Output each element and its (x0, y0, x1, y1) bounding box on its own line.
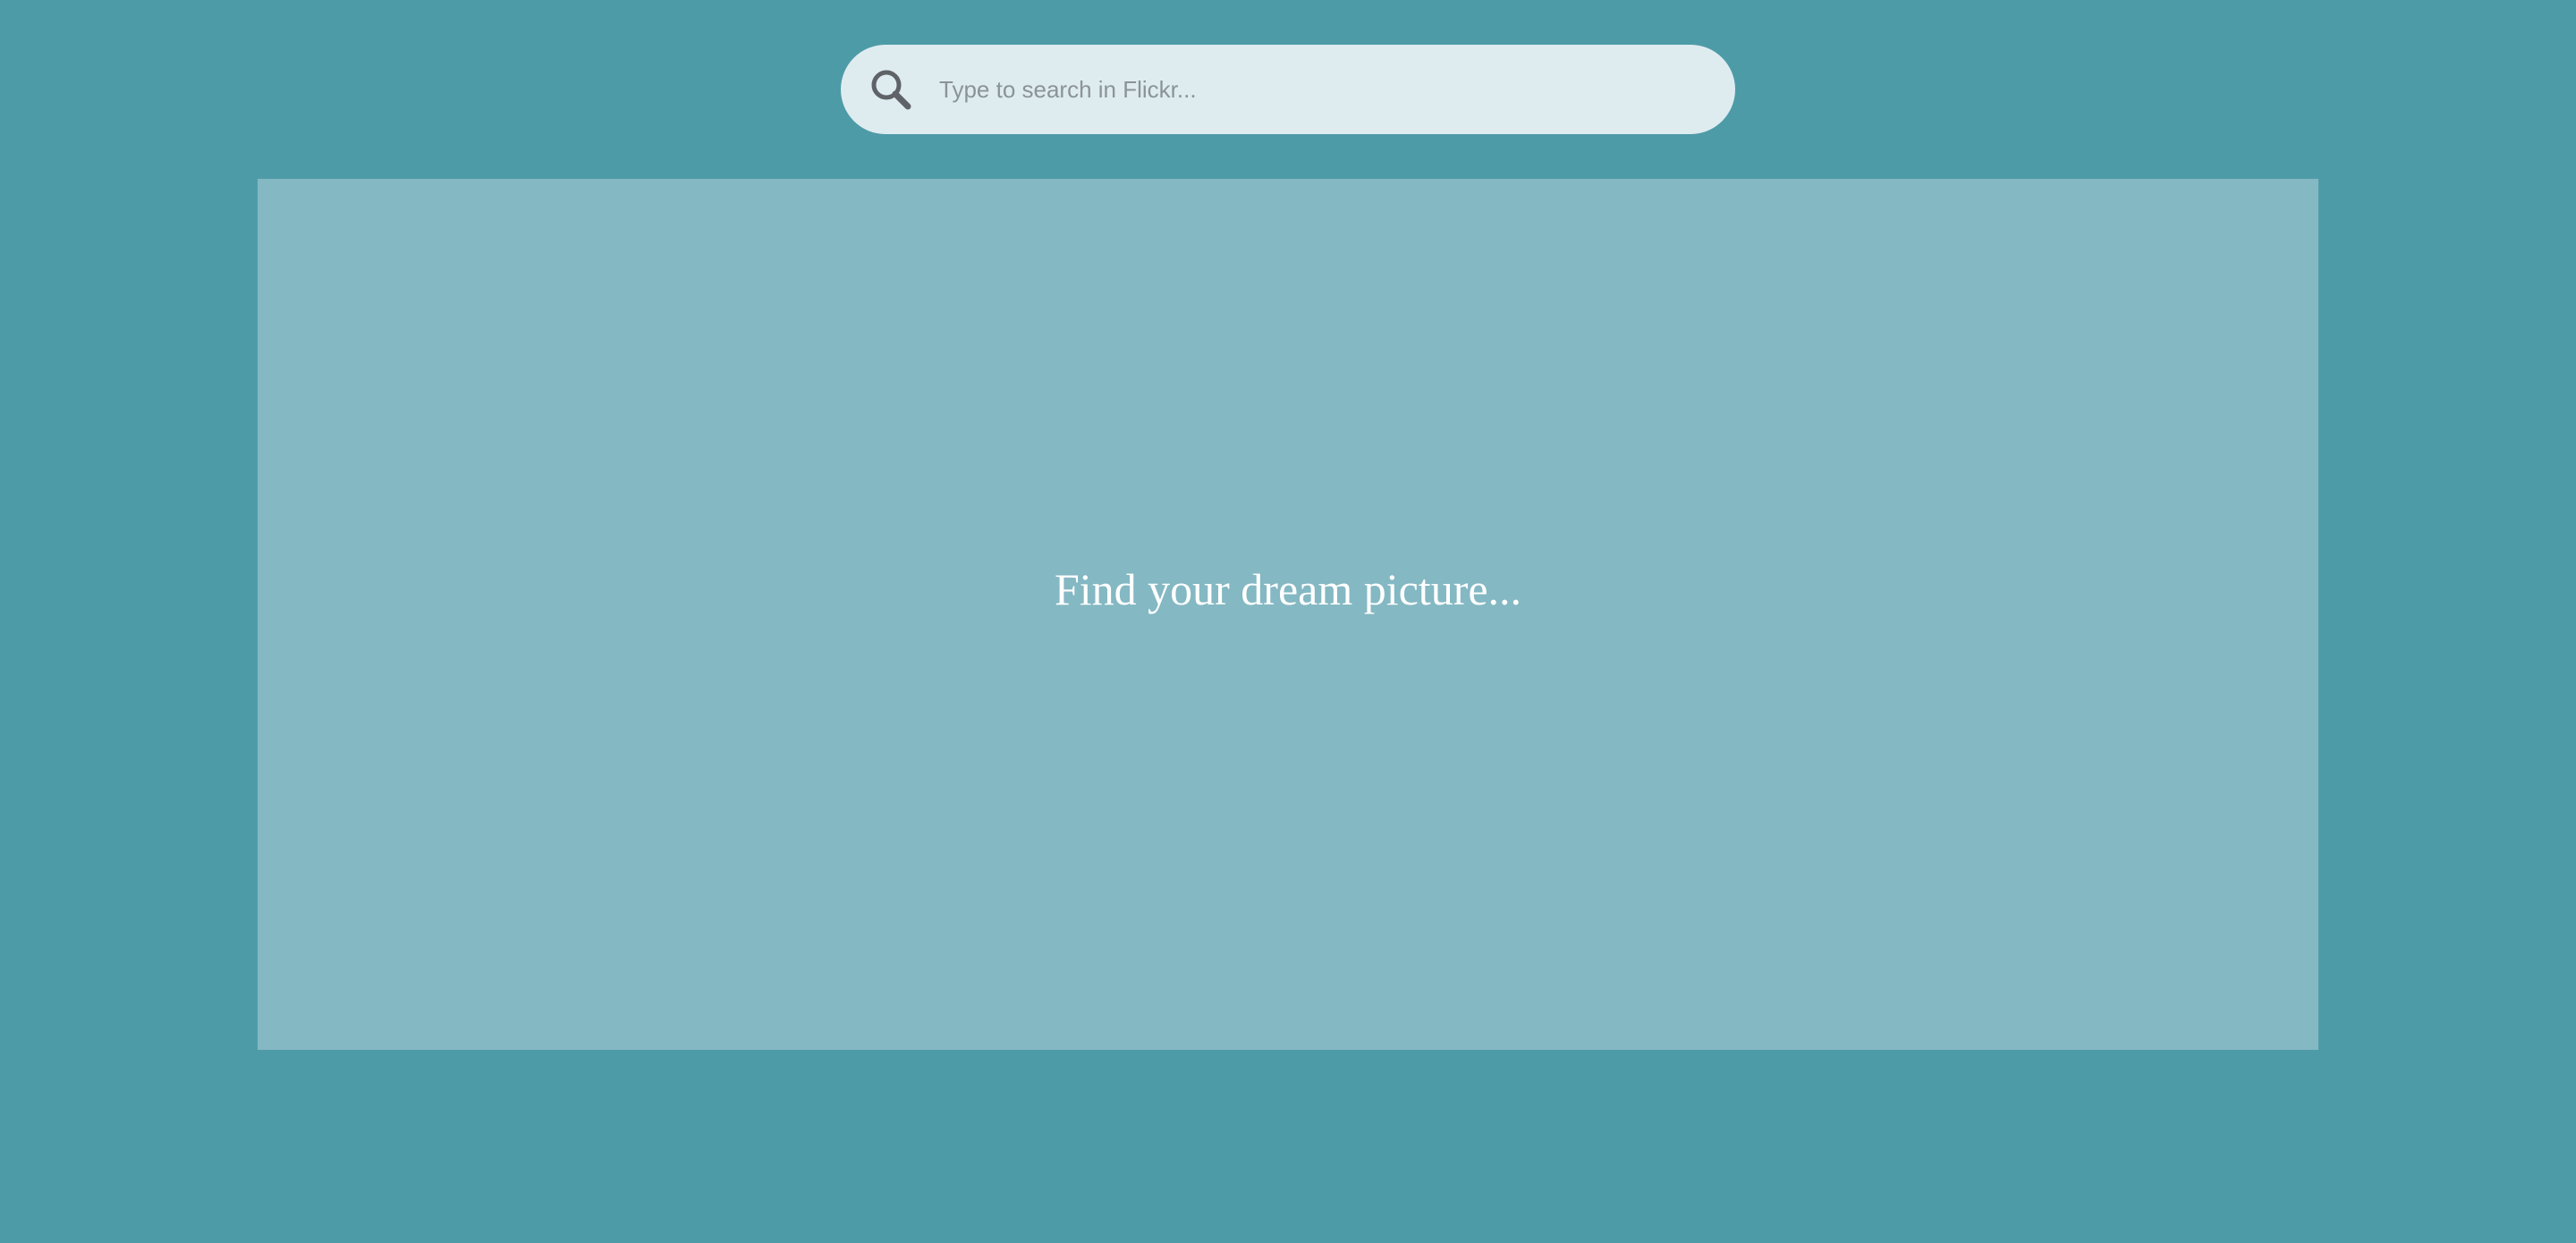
empty-state-message: Find your dream picture... (1054, 564, 1522, 614)
results-panel: Find your dream picture... (258, 179, 2318, 1050)
search-bar[interactable] (841, 45, 1735, 134)
search-icon[interactable] (869, 68, 914, 113)
search-input[interactable] (939, 45, 1708, 134)
